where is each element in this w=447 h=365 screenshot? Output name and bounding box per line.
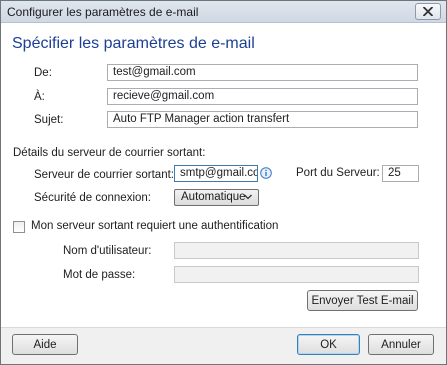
security-select[interactable]: Automatique [174,189,259,206]
smtp-label: Serveur de courrier sortant: [34,169,174,181]
to-field[interactable]: recieve@gmail.com [107,88,418,105]
email-settings-dialog: Configurer les paramètres de e-mail Spéc… [0,0,447,365]
close-icon [423,7,433,16]
to-label: À: [34,91,45,103]
auth-checkbox[interactable] [13,221,25,233]
info-icon[interactable] [260,167,272,179]
cancel-button[interactable]: Annuler [368,334,434,355]
help-button[interactable]: Aide [12,334,78,355]
port-field[interactable]: 25 [382,165,419,182]
subject-field[interactable]: Auto FTP Manager action transfert [107,111,418,128]
ok-button[interactable]: OK [297,334,360,355]
password-field[interactable] [174,266,419,283]
close-button[interactable] [415,3,441,20]
chevron-down-icon [244,194,252,200]
page-title: Spécifier les paramètres de e-mail [12,35,255,52]
smtp-server-field[interactable]: smtp@gmail.com [174,165,258,182]
from-field[interactable]: test@gmail.com [107,64,418,81]
password-label: Mot de passe: [63,269,136,281]
auth-checkbox-label[interactable]: Mon serveur sortant requiert une authent… [31,220,278,232]
subject-label: Sujet: [34,114,64,126]
send-test-email-button[interactable]: Envoyer Test E-mail [307,290,418,311]
username-field[interactable] [174,242,419,259]
port-label: Port du Serveur: [296,167,380,179]
window-title: Configurer les paramètres de e-mail [7,5,199,19]
from-label: De: [34,67,52,79]
security-select-value: Automatique [181,191,246,203]
title-bar[interactable]: Configurer les paramètres de e-mail [1,1,446,23]
server-section-label: Détails du serveur de courrier sortant: [13,147,206,159]
username-label: Nom d'utilisateur: [63,245,152,257]
security-label: Sécurité de connexion: [34,192,151,204]
